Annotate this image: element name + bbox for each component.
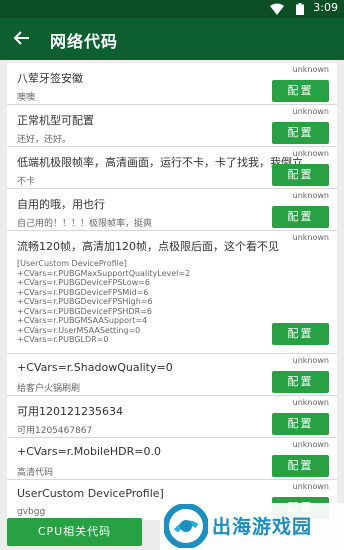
list-item: 正常机型可配置 还好，还好。 unknown 配置	[7, 105, 337, 147]
item-status: unknown	[292, 482, 329, 491]
item-title: UserCustom DeviceProfile]	[17, 487, 164, 500]
list-item: +CVars=r.MobileHDR=0.0 高清代码 unknown 配置	[7, 438, 337, 480]
item-title: 可用120121235634	[17, 405, 123, 418]
wifi-icon	[270, 3, 284, 15]
item-title: 八荤牙签安徽	[17, 72, 83, 85]
item-status: unknown	[292, 440, 329, 449]
watermark: 出海游戏园	[160, 503, 344, 550]
app-bar: 网络代码	[0, 18, 344, 60]
list-item: 流畅120帧，高清加120帧，点极限后面，这个看不见 [UserCustom D…	[7, 231, 337, 354]
item-status: unknown	[292, 356, 329, 365]
code-list[interactable]: 八荤牙签安徽 噢噢 unknown 配置 正常机型可配置 还好，还好。 unkn…	[7, 63, 337, 520]
list-item: 自用的哦，用也行 自己用的！！！！极限帧率，挺爽 unknown 配置	[7, 189, 337, 231]
config-button[interactable]: 配置	[272, 206, 329, 228]
item-title: +CVars=r.ShadowQuality=0	[17, 361, 173, 374]
list-item: 可用120121235634 可用1205467867 unknown 配置	[7, 396, 337, 438]
item-description: 还好，还好。	[17, 135, 72, 145]
item-status: unknown	[292, 149, 329, 158]
item-description: 自己用的！！！！极限帧率，挺爽	[17, 219, 153, 229]
item-status: unknown	[292, 107, 329, 116]
config-button[interactable]: 配置	[272, 413, 329, 435]
item-title: 低端机极限帧率，高清画面，运行不卡，卡了找我，我倒立吃屎	[17, 156, 302, 169]
item-description: 不卡	[17, 177, 36, 187]
item-code-block: [UserCustom DeviceProfile] +CVars=r.PUBG…	[17, 259, 191, 344]
item-description: 给客户火锅刷刷	[17, 384, 81, 394]
list-item: 八荤牙签安徽 噢噢 unknown 配置	[7, 63, 337, 105]
item-description: 可用1205467867	[17, 426, 93, 436]
battery-icon	[296, 3, 304, 15]
config-button[interactable]: 配置	[272, 80, 329, 102]
cpu-code-button[interactable]: CPU相关代码	[7, 518, 142, 546]
config-button[interactable]: 配置	[272, 323, 329, 345]
status-time: 3:09	[313, 1, 338, 14]
item-status: unknown	[292, 233, 329, 242]
config-button[interactable]: 配置	[272, 455, 329, 477]
config-button[interactable]: 配置	[272, 164, 329, 186]
item-status: unknown	[292, 65, 329, 74]
item-description: 噢噢	[17, 93, 36, 103]
config-button[interactable]: 配置	[272, 122, 329, 144]
status-bar: 3:09	[0, 0, 344, 18]
item-title: 流畅120帧，高清加120帧，点极限后面，这个看不见	[17, 240, 279, 253]
item-status: unknown	[292, 398, 329, 407]
page-title: 网络代码	[50, 32, 119, 51]
item-description: 高清代码	[17, 468, 54, 478]
back-arrow-icon[interactable]	[12, 28, 32, 48]
item-title: 自用的哦，用也行	[17, 198, 105, 211]
config-button[interactable]: 配置	[272, 371, 329, 393]
list-item: 低端机极限帧率，高清画面，运行不卡，卡了找我，我倒立吃屎 不卡 unknown …	[7, 147, 337, 189]
item-status: unknown	[292, 191, 329, 200]
watermark-logo-icon	[164, 504, 208, 548]
item-title: 正常机型可配置	[17, 114, 94, 127]
watermark-text: 出海游戏园	[212, 516, 313, 538]
list-item: +CVars=r.ShadowQuality=0 给客户火锅刷刷 unknown…	[7, 354, 337, 396]
item-title: +CVars=r.MobileHDR=0.0	[17, 445, 161, 458]
item-description: gvbgg	[17, 507, 46, 517]
